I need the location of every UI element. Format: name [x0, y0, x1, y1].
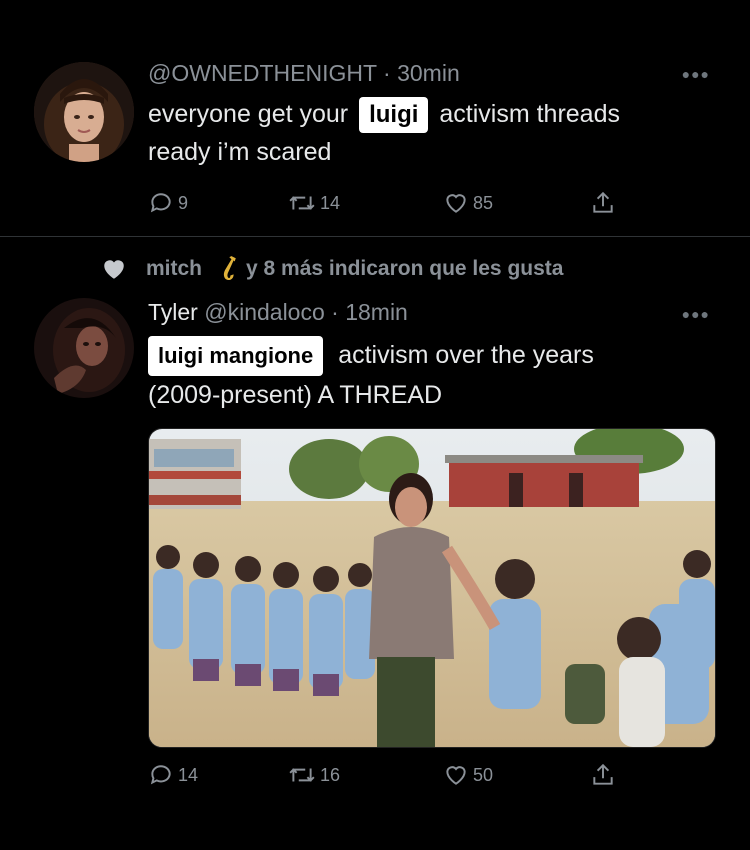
reply-button[interactable]: 9: [148, 190, 188, 216]
like-count: 50: [473, 764, 494, 785]
share-icon: [593, 191, 613, 213]
avatar[interactable]: [34, 298, 134, 398]
text-after: activism over the years: [338, 341, 594, 369]
text-after: activism threads: [439, 100, 620, 128]
tweet-text: everyone get your luigi activism threads…: [148, 95, 728, 171]
timestamp[interactable]: · 30min: [383, 60, 460, 86]
tweet-header: @OWNEDTHENIGHT · 30min: [148, 60, 460, 87]
reply-button[interactable]: 14: [148, 762, 198, 788]
more-icon[interactable]: ●●●: [682, 306, 710, 322]
display-name[interactable]: Tyler: [148, 299, 198, 325]
text-line2: (2009-present) A THREAD: [148, 381, 443, 409]
share-button[interactable]: [590, 762, 616, 788]
tweet-1[interactable]: @OWNEDTHENIGHT · 30min ●●● everyone get …: [0, 0, 750, 236]
like-icon: [446, 766, 466, 785]
tweet-photo[interactable]: [148, 428, 716, 748]
user-handle[interactable]: @OWNEDTHENIGHT: [148, 60, 377, 86]
avatar[interactable]: [34, 62, 134, 162]
luigi-mangione-sticker: luigi mangione: [148, 336, 324, 376]
avatar-portrait: [34, 62, 134, 162]
retweet-count: 16: [320, 764, 341, 785]
reply-icon: [150, 193, 171, 213]
reply-count: 9: [178, 192, 189, 213]
retweet-icon: [289, 196, 315, 210]
retweet-icon: [289, 768, 315, 782]
retweet-count: 14: [320, 192, 341, 213]
avatar-portrait: [34, 298, 134, 398]
more-icon[interactable]: ●●●: [682, 66, 710, 82]
tweet-header: Tyler @kindaloco · 18min: [148, 299, 408, 326]
text-before: everyone get your: [148, 100, 349, 128]
share-icon: [593, 763, 613, 785]
retweet-button[interactable]: 16: [288, 762, 340, 788]
luigi-sticker: luigi: [359, 97, 429, 133]
tweet-actions: 9 14 85: [148, 190, 628, 220]
user-handle[interactable]: @kindaloco: [204, 299, 325, 325]
text-line2: ready i’m scared: [148, 138, 332, 166]
reply-icon: [150, 765, 171, 785]
retweet-button[interactable]: 14: [288, 190, 340, 216]
tweet-text: luigi mangione activism over the years (…: [148, 336, 728, 414]
share-button[interactable]: [590, 190, 616, 216]
photo-children-schoolyard: [149, 429, 715, 747]
like-count: 85: [473, 192, 494, 213]
like-icon: [446, 194, 466, 213]
timestamp[interactable]: · 18min: [331, 299, 408, 325]
like-button[interactable]: 50: [443, 762, 493, 788]
like-button[interactable]: 85: [443, 190, 493, 216]
tweet-actions: 14 16 50: [148, 762, 628, 792]
reply-count: 14: [178, 764, 199, 785]
